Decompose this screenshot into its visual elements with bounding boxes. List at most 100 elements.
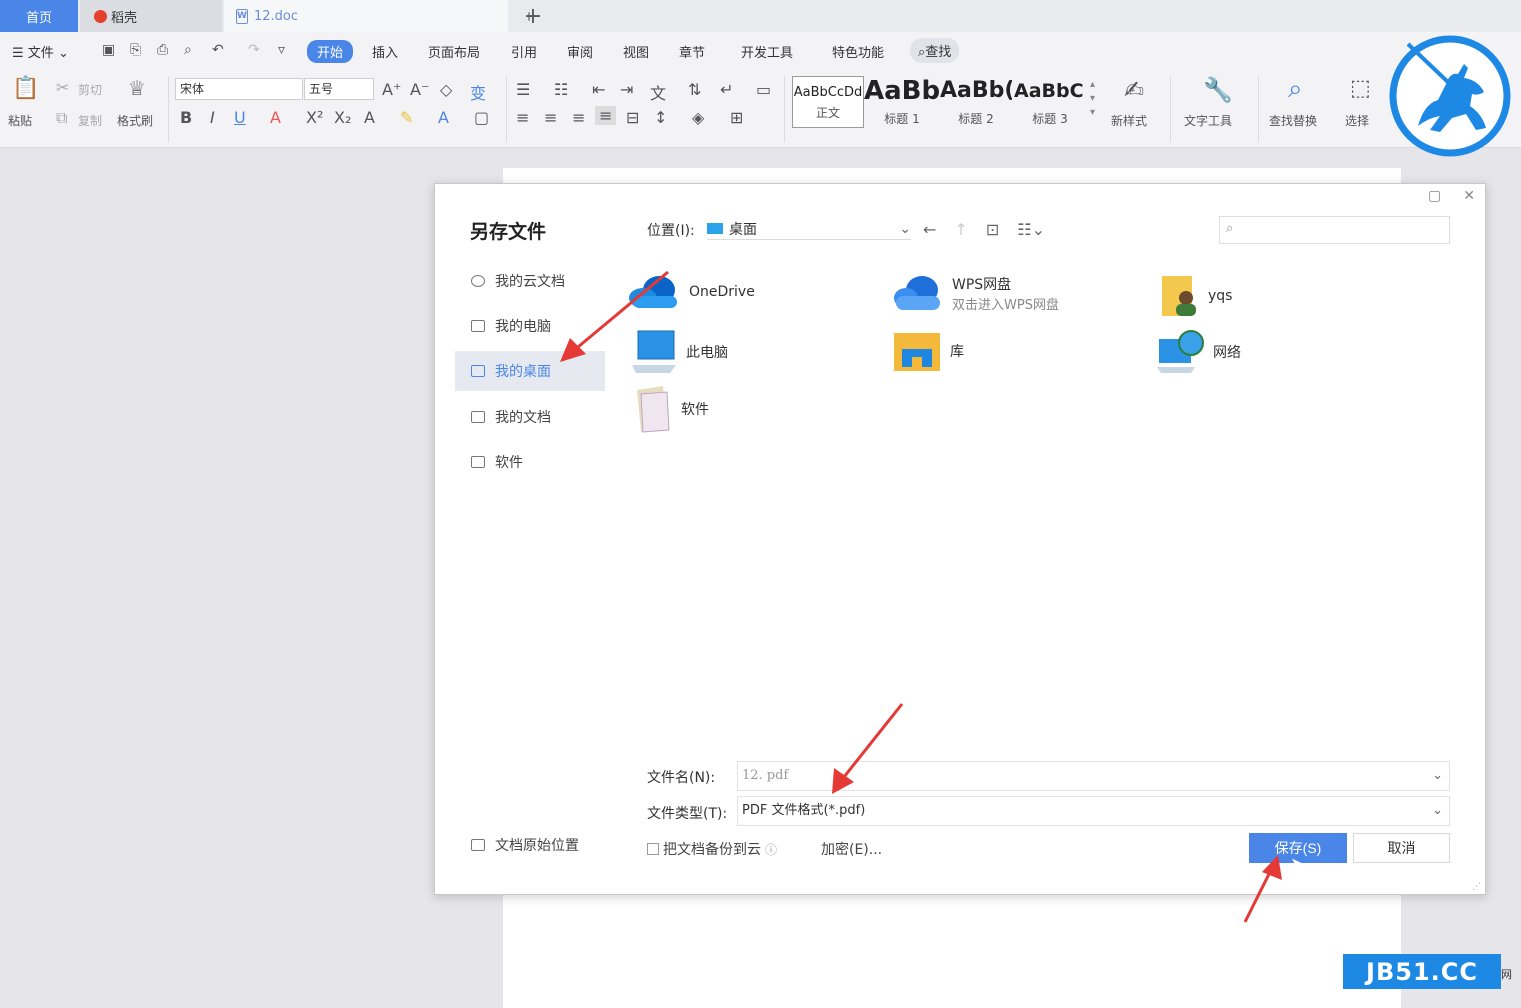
sidebar-item-my-computer[interactable]: 我的电脑	[455, 306, 605, 346]
paste-icon[interactable]: 📋	[12, 76, 39, 101]
font-name-select[interactable]: 宋体	[175, 78, 303, 100]
find-replace-label[interactable]: 查找替换	[1269, 112, 1317, 129]
font-color-icon[interactable]: A	[438, 108, 449, 127]
menu-developer[interactable]: 开发工具	[741, 42, 793, 61]
file-item-network[interactable]: 网络	[1157, 329, 1241, 375]
file-menu[interactable]: ☰ 文件 ⌄	[12, 42, 69, 61]
menu-insert[interactable]: 插入	[372, 42, 398, 61]
menu-view[interactable]: 视图	[623, 42, 649, 61]
style-normal[interactable]: AaBbCcDd 正文	[792, 76, 864, 128]
dialog-search-input[interactable]: ⌕	[1219, 216, 1450, 244]
clear-format-icon[interactable]: ◇	[440, 80, 452, 99]
phonetic-icon[interactable]: 变	[470, 80, 486, 104]
copy-icon[interactable]: ⧉	[56, 108, 67, 128]
increase-indent-icon[interactable]: ⇥	[620, 80, 633, 99]
back-arrow-icon[interactable]: ←	[923, 220, 936, 239]
italic-icon[interactable]: I	[210, 108, 215, 127]
file-item-onedrive[interactable]: OneDrive	[625, 272, 755, 312]
bullet-list-icon[interactable]: ☰	[516, 80, 530, 99]
menu-review[interactable]: 审阅	[567, 42, 593, 61]
strikethrough-icon[interactable]: A	[270, 108, 281, 127]
style-scroll-icon[interactable]: ▴ ▾ ▾	[1090, 78, 1095, 120]
new-style-icon[interactable]: ✍	[1124, 76, 1144, 104]
numbered-list-icon[interactable]: ☷	[554, 80, 568, 99]
location-select[interactable]: 桌面 ⌄	[707, 218, 911, 240]
filename-input[interactable]: 12. pdf ⌄	[737, 761, 1450, 791]
file-item-library[interactable]: 库	[892, 329, 964, 373]
bold-icon[interactable]: B	[180, 108, 192, 127]
menu-page-layout[interactable]: 页面布局	[428, 42, 480, 61]
up-arrow-icon[interactable]: ↑	[954, 220, 967, 239]
style-heading-1[interactable]: AaBb 标题 1	[864, 76, 940, 128]
scissors-icon[interactable]: ✂	[56, 78, 69, 97]
find-replace-icon[interactable]: ⌕	[1288, 74, 1303, 105]
new-tab-button[interactable]: +	[518, 0, 548, 32]
style-heading-2[interactable]: AaBb( 标题 2	[940, 76, 1012, 128]
justify-icon[interactable]: ≡	[595, 106, 617, 125]
menu-features[interactable]: 特色功能	[832, 42, 884, 61]
copy-label[interactable]: 复制	[78, 112, 102, 129]
encrypt-link[interactable]: 加密(E)...	[821, 839, 882, 859]
superscript-icon[interactable]: X²	[306, 108, 323, 127]
close-icon[interactable]: ✕	[1463, 188, 1475, 204]
print-icon[interactable]: ⎙	[157, 42, 168, 58]
sort-icon[interactable]: ⇅	[688, 80, 701, 99]
tab-stops-icon[interactable]: ▭	[756, 80, 771, 99]
menu-start[interactable]: 开始	[307, 40, 354, 63]
tab-document[interactable]: W 12.doc	[224, 0, 530, 32]
borders-icon[interactable]: ⊞	[730, 108, 743, 127]
filetype-select[interactable]: PDF 文件格式(*.pdf) ⌄	[737, 796, 1450, 826]
print-preview-icon[interactable]: ⌕	[184, 42, 192, 58]
shrink-font-icon[interactable]: A⁻	[410, 80, 429, 99]
chinese-layout-icon[interactable]: 文	[650, 80, 666, 104]
style-heading-3[interactable]: AaBbC 标题 3	[1014, 76, 1086, 128]
file-item-software-folder[interactable]: 软件	[633, 384, 709, 434]
underline-icon[interactable]: U	[234, 108, 246, 127]
line-spacing-icon[interactable]: ↕	[654, 108, 667, 127]
view-mode-icon[interactable]: ☷⌄	[1017, 220, 1045, 239]
text-effect-icon[interactable]: A	[364, 108, 375, 127]
subscript-icon[interactable]: X₂	[334, 108, 351, 127]
sidebar-item-my-desktop[interactable]: 我的桌面	[455, 351, 605, 391]
sidebar-item-software[interactable]: 软件	[455, 442, 605, 482]
sidebar-item-cloud-docs[interactable]: 我的云文档	[455, 261, 605, 301]
tab-daoke[interactable]: 稻壳	[80, 0, 222, 32]
save-icon[interactable]: ▣	[102, 42, 115, 58]
new-style-label[interactable]: 新样式	[1111, 112, 1147, 129]
show-marks-icon[interactable]: ↵	[720, 80, 733, 99]
new-folder-icon[interactable]: ⊡	[986, 220, 999, 239]
backup-to-cloud-checkbox[interactable]: 把文档备份到云 ⓘ	[647, 839, 777, 859]
align-left-icon[interactable]: ≡	[516, 108, 529, 127]
shading-icon[interactable]: ◈	[692, 108, 704, 127]
maximize-icon[interactable]: ▢	[1428, 188, 1441, 204]
checkbox-box[interactable]	[647, 843, 659, 855]
highlight-icon[interactable]: ✎	[400, 108, 413, 127]
align-right-icon[interactable]: ≡	[572, 108, 585, 127]
tab-home[interactable]: 首页	[0, 0, 78, 32]
info-icon[interactable]: ⓘ	[765, 841, 777, 858]
format-painter-label[interactable]: 格式刷	[117, 112, 153, 129]
char-border-icon[interactable]: ▢	[474, 108, 489, 127]
file-item-this-pc[interactable]: 此电脑	[630, 329, 728, 375]
align-center-icon[interactable]: ≡	[544, 108, 557, 127]
redo-icon[interactable]: ↷	[248, 42, 260, 58]
cancel-button[interactable]: 取消	[1353, 833, 1450, 863]
file-item-yqs[interactable]: yqs	[1160, 272, 1232, 320]
text-tools-label[interactable]: 文字工具	[1184, 112, 1232, 129]
distribute-icon[interactable]: ⊟	[626, 108, 639, 127]
sidebar-item-my-documents[interactable]: 我的文档	[455, 397, 605, 437]
font-size-select[interactable]: 五号	[304, 78, 374, 100]
paste-label[interactable]: 粘贴	[8, 112, 32, 129]
resize-grip-icon[interactable]: ⋰	[1472, 882, 1481, 892]
customize-icon[interactable]: ▿	[278, 42, 285, 58]
cut-label[interactable]: 剪切	[78, 81, 102, 98]
wrench-icon[interactable]: 🔧	[1203, 76, 1233, 104]
grow-font-icon[interactable]: A⁺	[382, 80, 401, 99]
undo-icon[interactable]: ↶	[212, 42, 224, 58]
decrease-indent-icon[interactable]: ⇤	[592, 80, 605, 99]
select-label[interactable]: 选择	[1345, 112, 1369, 129]
original-location-link[interactable]: 文档原始位置	[471, 835, 579, 855]
menu-references[interactable]: 引用	[511, 42, 537, 61]
search-command[interactable]: ⌕查找	[910, 38, 960, 63]
file-item-wps-cloud[interactable]: WPS网盘 双击进入WPS网盘	[890, 272, 1059, 314]
